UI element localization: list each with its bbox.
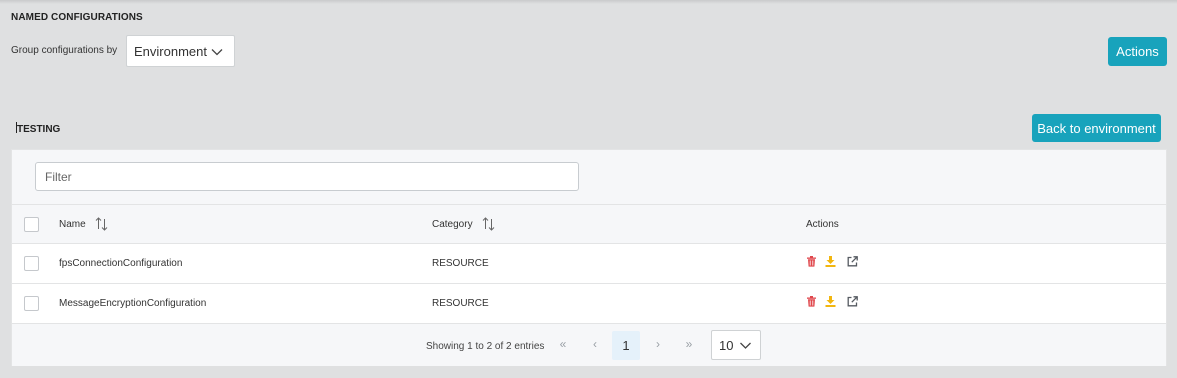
last-page-button[interactable]: » <box>681 337 697 351</box>
column-header-name[interactable]: Name <box>59 219 86 230</box>
row-checkbox[interactable] <box>24 296 39 311</box>
column-header-category[interactable]: Category <box>432 219 473 230</box>
filter-area <box>12 150 1166 204</box>
page-title: NAMED CONFIGURATIONS <box>11 12 143 23</box>
pagination: Showing 1 to 2 of 2 entries « ‹ 1 › » 10 <box>12 324 1166 366</box>
sort-icon[interactable] <box>95 217 108 231</box>
row-checkbox[interactable] <box>24 256 39 271</box>
table-row[interactable]: fpsConnectionConfiguration RESOURCE <box>12 244 1166 284</box>
actions-button[interactable]: Actions <box>1108 37 1167 66</box>
select-all-checkbox[interactable] <box>24 217 39 232</box>
first-page-button[interactable]: « <box>555 337 571 351</box>
download-icon[interactable] <box>825 256 836 267</box>
next-page-button[interactable]: › <box>650 337 666 351</box>
top-shadow <box>0 0 1177 4</box>
current-page-button[interactable]: 1 <box>612 331 640 360</box>
previous-page-button[interactable]: ‹ <box>587 337 603 351</box>
row-category: RESOURCE <box>432 258 489 269</box>
page-size-value: 10 <box>719 337 734 353</box>
pagination-info: Showing 1 to 2 of 2 entries <box>426 341 545 352</box>
group-by-label: Group configurations by <box>11 45 118 56</box>
external-link-icon[interactable] <box>847 256 858 267</box>
group-by-select[interactable]: Environment <box>126 35 235 67</box>
chevron-down-icon <box>211 49 223 56</box>
row-name: MessageEncryptionConfiguration <box>59 298 207 309</box>
row-name: fpsConnectionConfiguration <box>59 258 183 269</box>
external-link-icon[interactable] <box>847 296 858 307</box>
table-row[interactable]: MessageEncryptionConfiguration RESOURCE <box>12 284 1166 324</box>
group-by-value: Environment <box>134 43 207 59</box>
trash-icon[interactable] <box>806 296 817 307</box>
table-header: Name Category Actions <box>12 204 1166 244</box>
page-size-select[interactable]: 10 <box>711 330 761 360</box>
column-header-actions: Actions <box>806 219 839 230</box>
trash-icon[interactable] <box>806 256 817 267</box>
row-category: RESOURCE <box>432 298 489 309</box>
configurations-panel: Name Category Actions fpsConnectionConfi… <box>11 149 1167 366</box>
chevron-down-icon <box>740 342 751 349</box>
download-icon[interactable] <box>825 296 836 307</box>
sort-icon[interactable] <box>482 217 495 231</box>
filter-input[interactable] <box>35 162 579 191</box>
environment-title: TESTING <box>16 122 60 135</box>
environment-title-text: TESTING <box>17 124 61 135</box>
back-to-environment-button[interactable]: Back to environment <box>1032 114 1161 142</box>
